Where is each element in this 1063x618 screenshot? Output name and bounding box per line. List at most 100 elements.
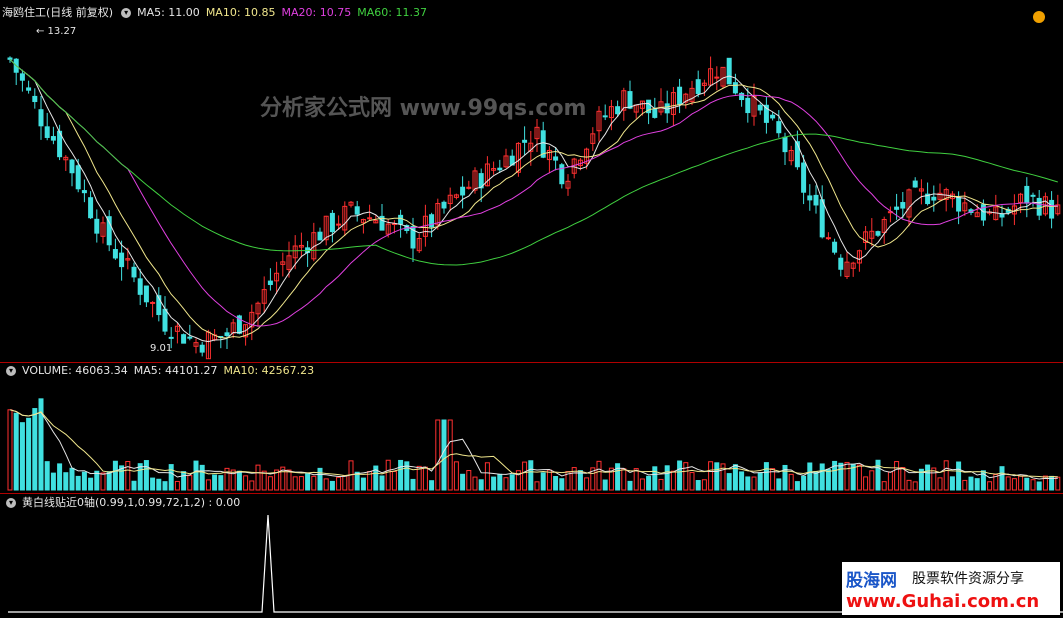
volume-bar [509,474,515,491]
volume-bar [968,476,974,491]
volume-panel [7,398,1063,613]
volume-bar [887,471,893,491]
volume-bar [819,463,825,491]
volume-bar [323,478,329,491]
volume-bar [218,475,224,491]
volume-bar [894,461,900,491]
volume-bar [838,462,844,491]
volume-bar [726,473,732,491]
volume-bar [69,467,75,491]
volume-bar [912,481,918,491]
volume-bar [788,473,794,491]
volume-bar [410,478,416,491]
volume-bar [1011,478,1017,491]
volume-bar [429,480,435,491]
volume-bar [100,472,106,491]
volume-bar [466,470,472,491]
volume-bar [974,478,980,491]
volume-bar [379,475,385,491]
volume-bar [751,476,757,491]
volume-bar [441,419,447,491]
indicator-header: ▾ 黄白线贴近0轴(0.99,1,0.99,72,1,2) : 0.00 [4,496,246,510]
volume-bar [1030,479,1036,491]
volume-bar [88,477,94,491]
volume-bar [522,461,528,491]
volume-bar [125,461,131,491]
indicator-dropdown-icon[interactable]: ▾ [6,498,16,508]
volume-bar [844,461,850,491]
volume-bar [236,470,242,491]
volume-bar [937,477,943,491]
volume-bar [360,477,366,491]
volume-bar [174,480,180,491]
volume-bar [156,478,162,491]
volume-bar [1055,476,1061,491]
volume-bar [962,479,968,491]
volume-bar [292,476,298,491]
volume-bar [305,473,311,491]
volume-bar [491,476,497,491]
volume-bar [298,476,304,491]
logo-line1b: 股票软件资源分享 [912,571,1024,587]
volume-bar [664,465,670,491]
logo-line2: www.Guhai.com.cn [846,591,1040,612]
volume-bar [689,472,695,491]
volume-bar [534,481,540,491]
volume-bar [50,472,56,491]
volume-bar [987,481,993,491]
volume-bar [596,460,602,491]
logo-line1: 股海网 [846,571,897,591]
volume-bar [416,465,422,491]
volume-bar [44,461,50,491]
volume-bar [317,467,323,491]
volume-bar [243,475,249,491]
volume-bar [342,475,348,491]
volume-bar [267,476,273,491]
indicator-label: 黄白线贴近0轴(0.99,1,0.99,72,1,2) : 0.00 [22,496,241,509]
volume-bar [757,472,763,491]
volume-bar [1024,477,1030,491]
volume-bar [168,464,174,491]
volume-bar [782,464,788,491]
volume-bar [391,470,397,491]
volume-bar [199,464,205,491]
volume-bar [906,479,912,491]
volume-bar [63,472,69,491]
volume-bar [708,461,714,491]
volume-bar [714,462,720,491]
volume-bar [478,479,484,491]
volume-bar [683,462,689,491]
volume-bar [26,417,32,491]
volume-bar [435,419,441,491]
guhai-logo: 股海网 股票软件资源分享 www.Guhai.com.cn [842,562,1060,615]
volume-bar [763,462,769,491]
volume-bar [503,477,509,491]
volume-bar [881,481,887,491]
volume-bar [193,460,199,491]
volume-bar [776,478,782,491]
volume-bar [150,477,156,491]
volume-bar [32,408,38,491]
volume-bar [856,464,862,491]
volume-bar [162,481,168,491]
volume-bar [677,460,683,491]
volume-bar [875,459,881,491]
volume-bar [695,480,701,491]
volume-bar [621,468,627,491]
volume-bar [472,476,478,491]
volume-bar [943,460,949,491]
volume-bar [181,471,187,491]
volume-bar [1036,481,1042,491]
volume-bar [639,478,645,491]
volume-bar [956,461,962,491]
volume-bar [13,412,19,491]
volume-bar [745,476,751,491]
volume-bar [255,464,261,491]
volume-bar [143,460,149,491]
chart-frame: 海鸥住工(日线 前复权) ▾ MA5: 11.00 MA10: 10.85 MA20: … [0,0,1063,618]
volume-bar [1005,476,1011,491]
volume-bar [398,459,404,491]
volume-bar [627,480,633,491]
volume-bar [658,478,664,491]
volume-bar [559,478,565,491]
